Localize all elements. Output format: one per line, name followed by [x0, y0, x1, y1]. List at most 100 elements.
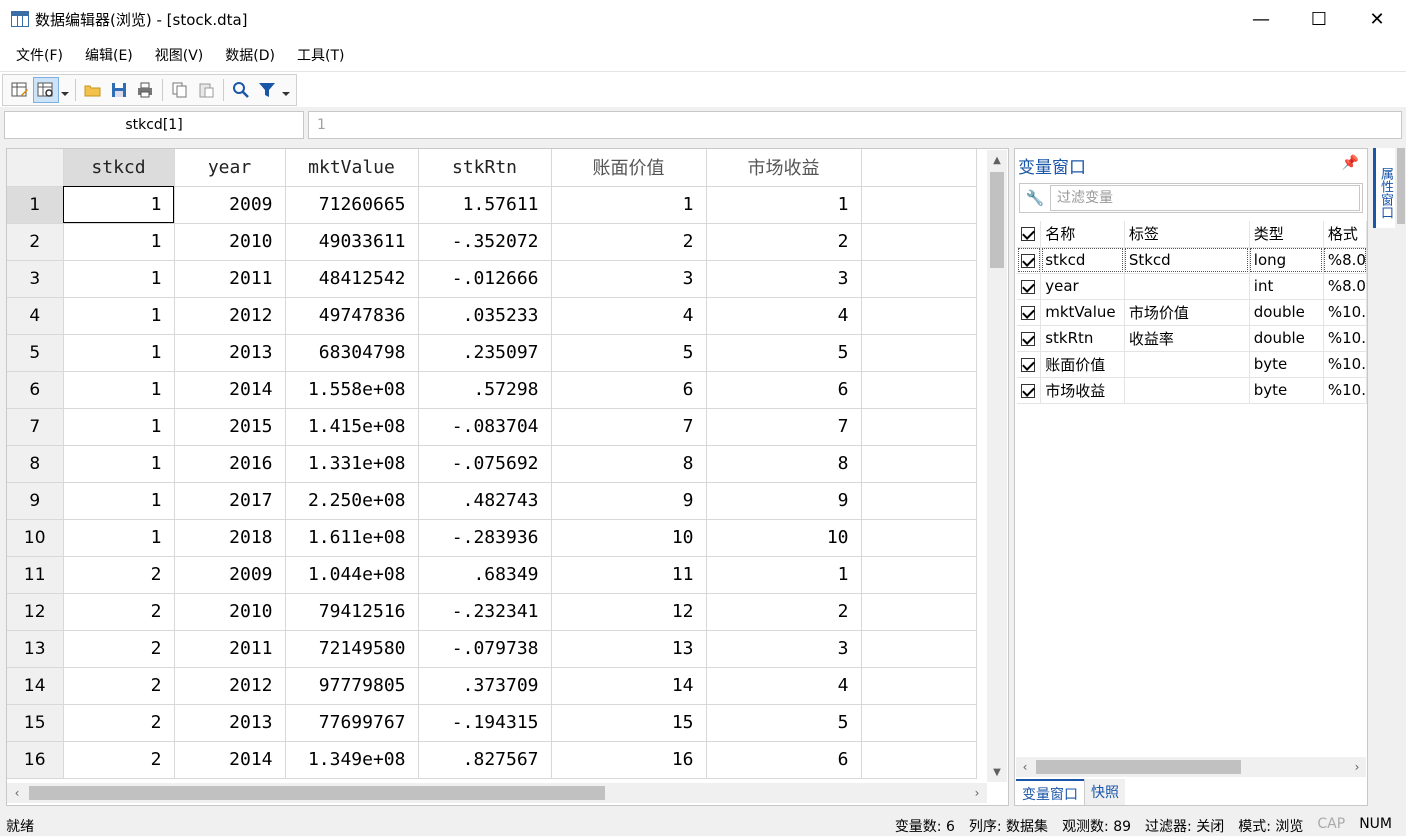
data-cell[interactable]: 2 — [63, 704, 175, 742]
data-cell[interactable]: 1 — [63, 186, 175, 224]
data-cell[interactable]: 9 — [551, 482, 707, 520]
column-header[interactable]: 账面价值 — [551, 149, 707, 187]
data-cell[interactable]: 2014 — [174, 371, 286, 409]
scroll-left-icon[interactable]: ‹ — [1016, 757, 1034, 777]
data-cell[interactable]: 48412542 — [285, 260, 419, 298]
right-edge-scrollbar[interactable] — [1397, 148, 1405, 224]
data-cell[interactable]: 11 — [551, 556, 707, 594]
data-cell[interactable]: -.079738 — [418, 630, 552, 668]
close-button[interactable]: ✕ — [1348, 0, 1406, 38]
data-cell[interactable]: 1.558e+08 — [285, 371, 419, 409]
data-cell[interactable]: 8 — [551, 445, 707, 483]
cell-value-field[interactable]: 1 — [308, 111, 1402, 139]
scroll-down-icon[interactable]: ▼ — [987, 762, 1007, 782]
scroll-left-icon[interactable]: ‹ — [7, 783, 27, 803]
data-cell[interactable]: -.075692 — [418, 445, 552, 483]
data-cell[interactable]: 8 — [706, 445, 862, 483]
data-cell[interactable]: 15 — [551, 704, 707, 742]
row-number[interactable]: 2 — [7, 223, 64, 261]
menu-data[interactable]: 数据(D) — [214, 45, 286, 65]
column-header-label[interactable]: 标签 — [1124, 221, 1250, 248]
data-cell[interactable]: 1 — [63, 223, 175, 261]
data-cell[interactable]: 2011 — [174, 630, 286, 668]
edit-mode-icon[interactable] — [7, 77, 33, 103]
data-cell[interactable]: 1 — [706, 186, 862, 224]
data-cell[interactable]: 1.415e+08 — [285, 408, 419, 446]
data-cell[interactable]: 6 — [706, 741, 862, 779]
variable-checkbox[interactable] — [1017, 325, 1042, 352]
data-cell[interactable]: 7 — [706, 408, 862, 446]
data-cell[interactable]: 1.349e+08 — [285, 741, 419, 779]
data-cell[interactable]: 2.250e+08 — [285, 482, 419, 520]
data-cell[interactable]: -.012666 — [418, 260, 552, 298]
data-cell[interactable]: 2014 — [174, 741, 286, 779]
filter-variables-input[interactable]: 过滤变量 — [1050, 185, 1360, 211]
row-number[interactable]: 4 — [7, 297, 64, 335]
column-header[interactable]: stkRtn — [418, 149, 552, 187]
scroll-thumb[interactable] — [29, 786, 605, 800]
column-header-type[interactable]: 类型 — [1249, 221, 1324, 248]
scroll-thumb[interactable] — [1036, 760, 1241, 774]
variable-checkbox[interactable] — [1017, 351, 1042, 378]
tab-variables[interactable]: 变量窗口 — [1016, 779, 1084, 805]
data-cell[interactable]: 72149580 — [285, 630, 419, 668]
data-cell[interactable]: 6 — [706, 371, 862, 409]
data-cell[interactable]: 5 — [706, 704, 862, 742]
data-cell[interactable]: 1 — [706, 556, 862, 594]
column-header[interactable]: mktValue — [285, 149, 419, 187]
column-header-name[interactable]: 名称 — [1040, 221, 1125, 248]
row-number[interactable]: 7 — [7, 408, 64, 446]
menu-view[interactable]: 视图(V) — [144, 45, 215, 65]
data-cell[interactable]: 1 — [63, 297, 175, 335]
data-cell[interactable]: 16 — [551, 741, 707, 779]
data-cell[interactable]: 5 — [706, 334, 862, 372]
wrench-icon[interactable]: 🔧 — [1020, 189, 1050, 207]
data-cell[interactable]: 49033611 — [285, 223, 419, 261]
data-cell[interactable]: 6 — [551, 371, 707, 409]
data-cell[interactable]: 1 — [63, 482, 175, 520]
data-cell[interactable]: 1 — [63, 371, 175, 409]
corner-cell[interactable] — [7, 149, 64, 187]
properties-window-tab[interactable]: 属性窗口 — [1373, 148, 1395, 228]
data-cell[interactable]: 7 — [551, 408, 707, 446]
data-cell[interactable]: 2010 — [174, 593, 286, 631]
menu-tools[interactable]: 工具(T) — [286, 45, 355, 65]
maximize-button[interactable]: ☐ — [1290, 0, 1348, 38]
variable-checkbox[interactable] — [1017, 273, 1042, 300]
data-cell[interactable]: 2 — [63, 667, 175, 705]
row-number[interactable]: 15 — [7, 704, 64, 742]
variable-row[interactable]: 账面价值 byte %10. — [1017, 351, 1368, 378]
data-cell[interactable]: 4 — [706, 667, 862, 705]
data-cell[interactable]: .68349 — [418, 556, 552, 594]
data-cell[interactable]: 1 — [63, 260, 175, 298]
data-cell[interactable]: 2 — [63, 593, 175, 631]
row-number[interactable]: 5 — [7, 334, 64, 372]
horizontal-scrollbar[interactable]: ‹ › — [7, 783, 987, 803]
row-number[interactable]: 12 — [7, 593, 64, 631]
data-cell[interactable]: -.283936 — [418, 519, 552, 557]
data-cell[interactable]: 2 — [706, 223, 862, 261]
data-cell[interactable]: -.232341 — [418, 593, 552, 631]
menu-edit[interactable]: 编辑(E) — [74, 45, 144, 65]
column-header-format[interactable]: 格式 — [1323, 221, 1368, 248]
data-cell[interactable]: 1.57611 — [418, 186, 552, 224]
data-cell[interactable]: 2009 — [174, 556, 286, 594]
row-number[interactable]: 1 — [7, 186, 64, 224]
data-cell[interactable]: 2015 — [174, 408, 286, 446]
cell-reference[interactable]: stkcd[1] — [4, 111, 304, 139]
pin-icon[interactable]: 📌 — [1342, 155, 1359, 171]
data-cell[interactable]: 1.331e+08 — [285, 445, 419, 483]
data-cell[interactable]: .235097 — [418, 334, 552, 372]
search-icon[interactable] — [228, 77, 254, 103]
data-cell[interactable]: 2012 — [174, 667, 286, 705]
row-number[interactable]: 14 — [7, 667, 64, 705]
data-cell[interactable]: .373709 — [418, 667, 552, 705]
data-cell[interactable]: 2010 — [174, 223, 286, 261]
data-cell[interactable]: 4 — [551, 297, 707, 335]
data-cell[interactable]: .827567 — [418, 741, 552, 779]
data-cell[interactable]: 5 — [551, 334, 707, 372]
row-number[interactable]: 6 — [7, 371, 64, 409]
variable-checkbox[interactable] — [1017, 377, 1042, 404]
open-folder-icon[interactable] — [80, 77, 106, 103]
data-cell[interactable]: 2018 — [174, 519, 286, 557]
